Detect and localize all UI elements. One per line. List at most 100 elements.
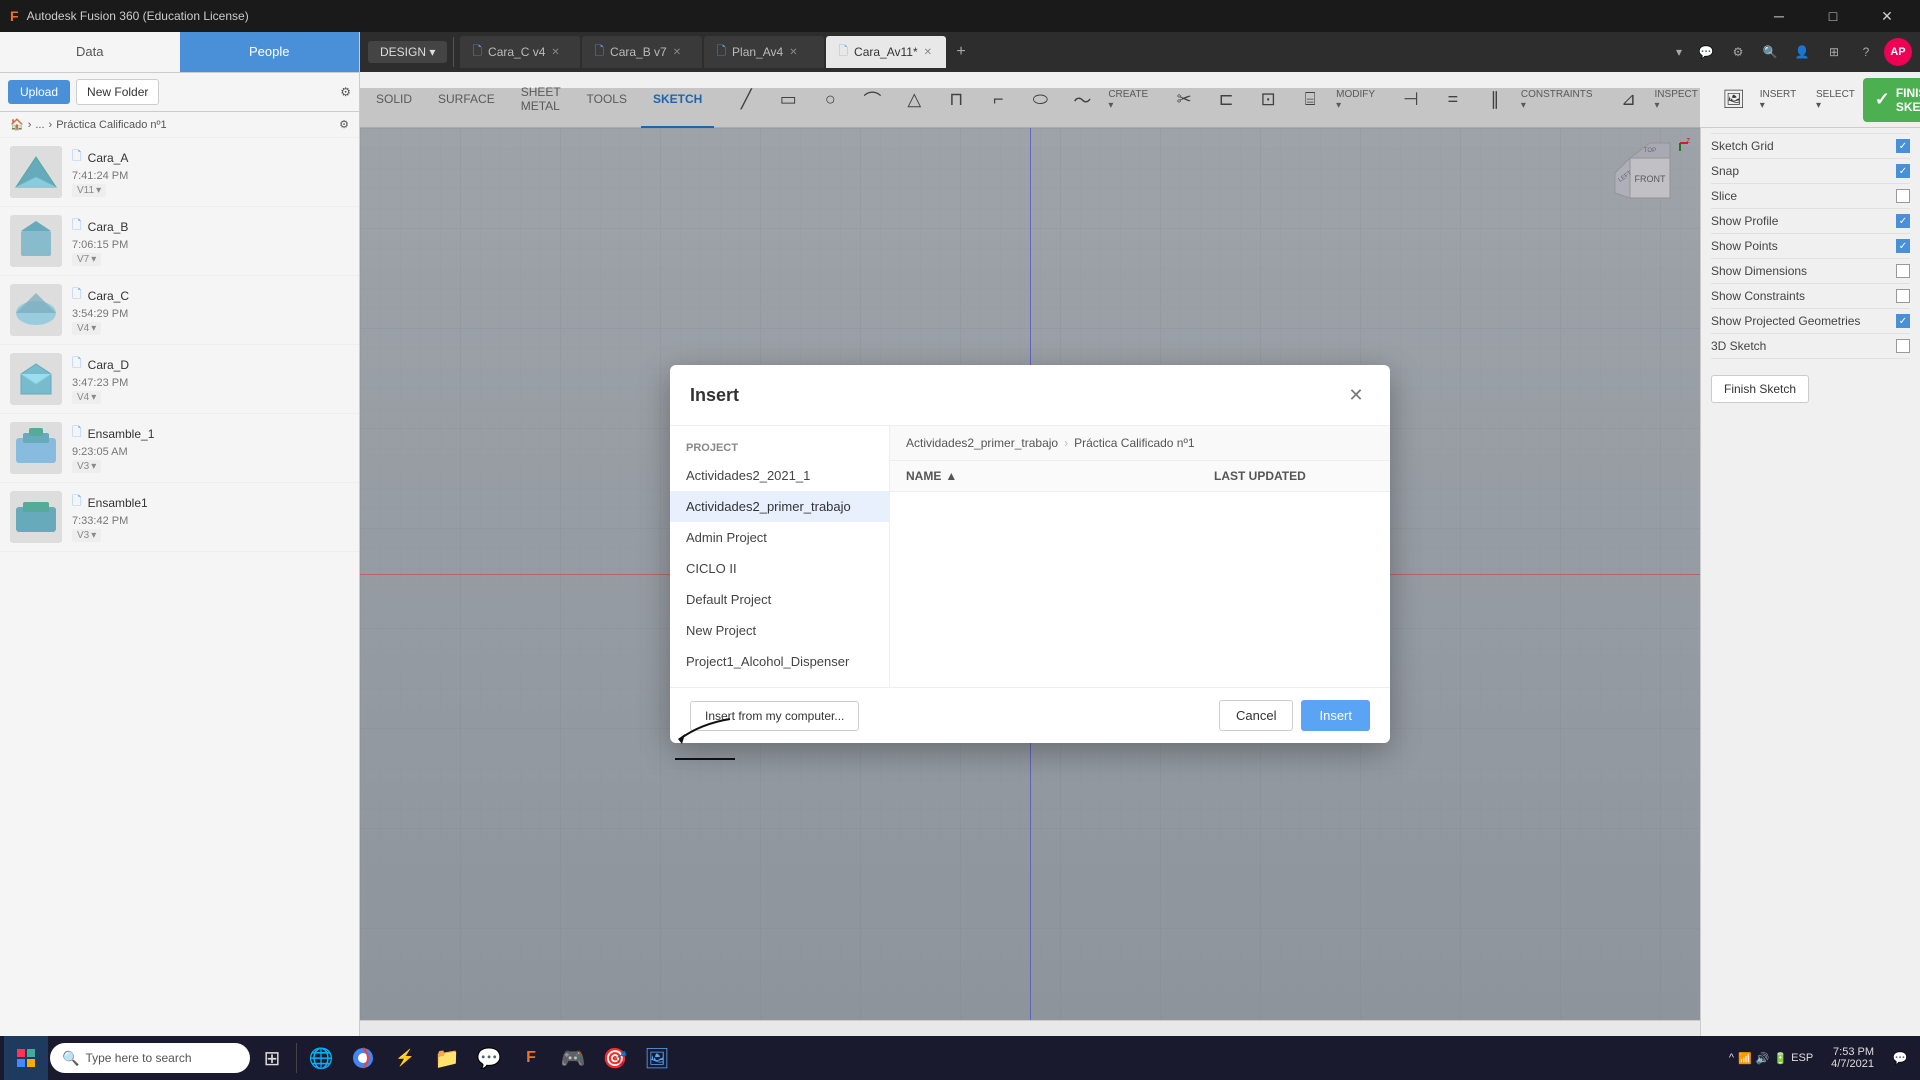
start-menu-btn[interactable] [4,1036,48,1080]
apps-icon[interactable]: ⊞ [1820,38,1848,66]
cancel-button[interactable]: Cancel [1219,700,1293,731]
taskbar-chrome-icon[interactable] [343,1038,383,1078]
taskbar-explorer-icon[interactable]: 📁 [427,1038,467,1078]
dialog-title: Insert [690,385,739,406]
file-type-icon: 🗋 [72,354,82,375]
show-profile-checkbox[interactable]: ✓ [1896,214,1910,228]
tab-plan-a[interactable]: 🗋 Plan_Av4 ✕ [704,36,824,68]
breadcrumb-settings-icon[interactable]: ⚙ [339,118,349,131]
user-avatar[interactable]: AP [1884,38,1912,66]
search-icon[interactable]: 🔍 [1756,38,1784,66]
project-item-act2021[interactable]: Actividades2_2021_1 [670,460,889,491]
file-browser-nav: Actividades2_primer_trabajo › Práctica C… [890,426,1390,461]
finish-sketch-btn[interactable]: ✓ FINISH SKETCH ▾ [1863,78,1920,122]
new-folder-button[interactable]: New Folder [76,79,159,105]
window-minimize[interactable]: ─ [1756,0,1802,32]
taskbar-powerbi-icon[interactable]: ⚡ [385,1038,425,1078]
col-updated-header[interactable]: LAST UPDATED [1214,469,1374,483]
sketch-grid-row: Sketch Grid ✓ [1711,134,1910,159]
show-dimensions-checkbox[interactable] [1896,264,1910,278]
tab-close-cara-b[interactable]: ✕ [673,47,681,58]
project-item-ciclo2[interactable]: CICLO II [670,553,889,584]
show-points-checkbox[interactable]: ✓ [1896,239,1910,253]
tab-scroll-btn[interactable]: ▾ [1672,45,1686,59]
project-item-admin[interactable]: Admin Project [670,522,889,553]
window-close[interactable]: ✕ [1864,0,1910,32]
tab-close-cara-c[interactable]: ✕ [551,47,559,58]
app-title: Autodesk Fusion 360 (Education License) [27,9,249,23]
version-dropdown-icon[interactable]: ▾ [91,323,96,334]
version-dropdown-icon[interactable]: ▾ [91,461,96,472]
help-icon[interactable]: ? [1852,38,1880,66]
insert-button[interactable]: Insert [1301,700,1370,731]
version-dropdown-icon[interactable]: ▾ [91,254,96,265]
list-item[interactable]: 🗋Ensamble1 7:33:42 PM V3▾ [0,483,359,552]
tab-add-btn[interactable]: + [948,43,973,61]
project-item-alcohol[interactable]: Project1_Alcohol_Dispenser [670,646,889,677]
version-dropdown-icon[interactable]: ▾ [96,185,101,196]
show-proj-geom-checkbox[interactable]: ✓ [1896,314,1910,328]
taskbar-teams-icon[interactable]: 💬 [469,1038,509,1078]
tab-close-cara-av11[interactable]: ✕ [924,47,932,58]
tab-people[interactable]: People [180,32,360,72]
systray-battery-icon[interactable]: 🔋 [1773,1052,1787,1065]
notification-center-btn[interactable]: 💬 [1884,1036,1916,1080]
settings-icon[interactable]: ⚙ [340,85,351,99]
list-item[interactable]: 🗋Ensamble_1 9:23:05 AM V3▾ [0,414,359,483]
project-item-new[interactable]: New Project [670,615,889,646]
dialog-close-btn[interactable]: ✕ [1342,381,1370,409]
project-item-default[interactable]: Default Project [670,584,889,615]
taskbar-app8-icon[interactable]: 🖼 [637,1038,677,1078]
workspace-design-btn[interactable]: DESIGN ▾ [368,41,447,63]
tab-cara-b[interactable]: 🗋 Cara_B v7 ✕ [582,36,702,68]
insert-dropdown[interactable]: INSERT ▾ [1756,89,1800,111]
list-item[interactable]: 🗋Cara_C 3:54:29 PM V4▾ [0,276,359,345]
taskbar-fusion-icon[interactable]: F [511,1038,551,1078]
taskbar: 🔍 Type here to search ⊞ 🌐 ⚡ 📁 💬 F 🎮 🎯 🖼 … [0,1036,1920,1080]
snap-label: Snap [1711,164,1739,178]
taskbar-clock[interactable]: 7:53 PM 4/7/2021 [1823,1046,1882,1070]
taskbar-app7-icon[interactable]: 🎯 [595,1038,635,1078]
account-icon[interactable]: 👤 [1788,38,1816,66]
left-panel: Data People Upload New Folder ⚙ 🏠 › ... … [0,32,360,1080]
task-view-btn[interactable]: ⊞ [252,1038,292,1078]
select-dropdown[interactable]: SELECT ▾ [1812,89,1859,111]
list-item[interactable]: 🗋Cara_A 7:41:24 PM V11▾ [0,138,359,207]
settings-icon[interactable]: ⚙ [1724,38,1752,66]
file-info: 🗋Cara_D 3:47:23 PM V4▾ [72,354,349,404]
project-item-act-primer[interactable]: Actividades2_primer_trabajo [670,491,889,522]
file-info: 🗋Cara_C 3:54:29 PM V4▾ [72,285,349,335]
systray-volume-icon[interactable]: 🔊 [1756,1052,1770,1065]
systray-lang[interactable]: ESP [1791,1052,1813,1064]
insert-from-computer-btn[interactable]: Insert from my computer... [690,701,859,731]
slice-checkbox[interactable] [1896,189,1910,203]
taskbar-edge-icon[interactable]: 🌐 [301,1038,341,1078]
insert-image-tool[interactable]: 🖼 [1714,78,1754,122]
notification-icon[interactable]: 💬 [1692,38,1720,66]
version-dropdown-icon[interactable]: ▾ [91,392,96,403]
version-dropdown-icon[interactable]: ▾ [91,530,96,541]
nav-root[interactable]: Actividades2_primer_trabajo [906,436,1058,450]
systray-network-icon[interactable]: 📶 [1738,1052,1752,1065]
tab-data[interactable]: Data [0,32,180,72]
file-name-label: Cara_C [88,289,129,303]
tab-cara-c[interactable]: 🗋 Cara_C v4 ✕ [460,36,580,68]
show-constraints-checkbox[interactable] [1896,289,1910,303]
list-item[interactable]: 🗋Cara_D 3:47:23 PM V4▾ [0,345,359,414]
breadcrumb-ellipsis[interactable]: ... [35,119,44,131]
systray-expand-icon[interactable]: ^ [1729,1052,1734,1064]
sketch-grid-checkbox[interactable]: ✓ [1896,139,1910,153]
breadcrumb-home-icon[interactable]: 🏠 [10,118,24,131]
upload-button[interactable]: Upload [8,80,70,104]
taskbar-game-icon[interactable]: 🎮 [553,1038,593,1078]
snap-checkbox[interactable]: ✓ [1896,164,1910,178]
col-name-header[interactable]: NAME ▲ [906,469,1214,483]
tab-cara-av11[interactable]: 🗋 Cara_Av11* ✕ [826,36,946,68]
tab-close-plan-a[interactable]: ✕ [789,47,797,58]
finish-sketch-panel-btn[interactable]: Finish Sketch [1711,375,1809,403]
list-item[interactable]: 🗋Cara_B 7:06:15 PM V7▾ [0,207,359,276]
file-time: 3:47:23 PM [72,377,349,389]
search-box[interactable]: 🔍 Type here to search [50,1043,250,1073]
sketch-3d-checkbox[interactable] [1896,339,1910,353]
window-maximize[interactable]: □ [1810,0,1856,32]
